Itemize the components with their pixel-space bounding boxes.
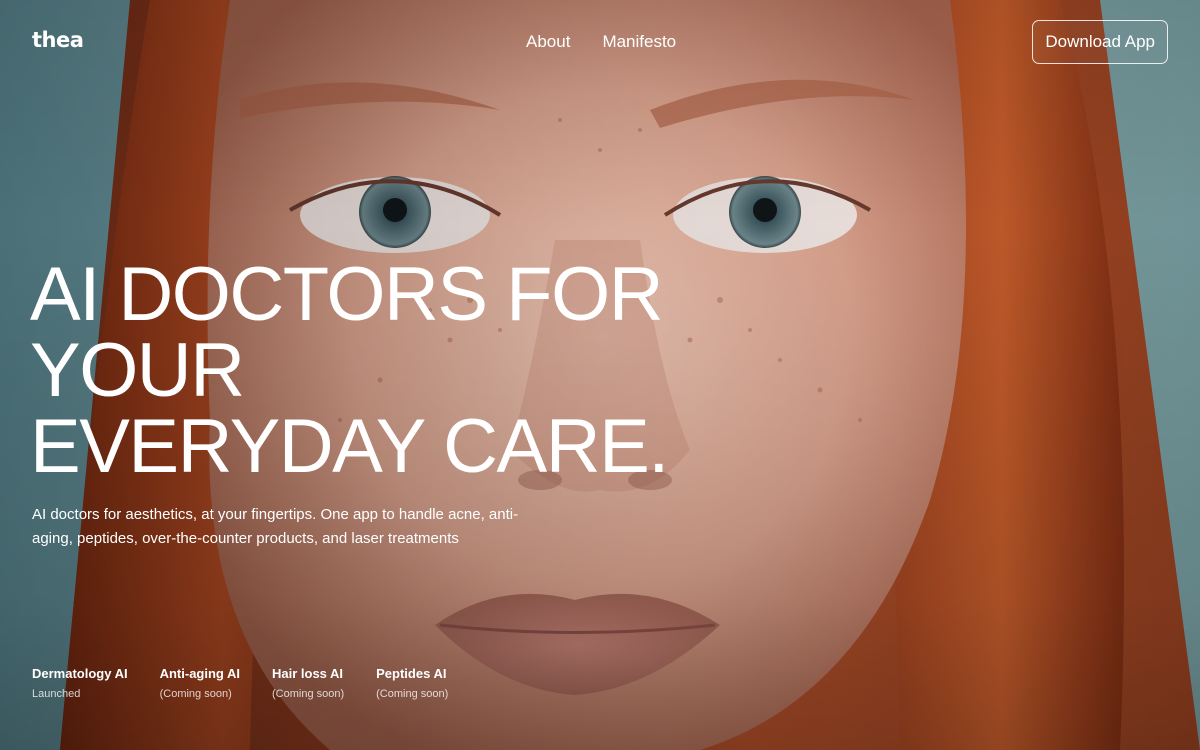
product-status: (Coming soon) xyxy=(376,688,449,700)
nav-link-manifesto[interactable]: Manifesto xyxy=(602,32,676,52)
product-item-peptides: Peptides AI (Coming soon) xyxy=(376,666,448,701)
product-item-dermatology: Dermatology AI Launched xyxy=(32,666,128,701)
headline-line: AI DOCTORS FOR xyxy=(30,252,664,337)
nav-link-about[interactable]: About xyxy=(526,32,570,52)
hero-headline: AI DOCTORS FOR YOUR EVERYDAY CARE. xyxy=(30,257,750,485)
headline-line: EVERYDAY CARE. xyxy=(30,404,669,489)
product-item-anti-aging: Anti-aging AI (Coming soon) xyxy=(160,666,240,701)
product-item-hair-loss: Hair loss AI (Coming soon) xyxy=(272,666,344,701)
headline-line: YOUR xyxy=(30,328,245,413)
product-name: Dermatology AI xyxy=(32,666,128,681)
product-name: Anti-aging AI xyxy=(159,666,240,681)
product-list: Dermatology AI Launched Anti-aging AI (C… xyxy=(32,666,448,701)
product-name: Peptides AI xyxy=(376,666,447,681)
product-name: Hair loss AI xyxy=(272,666,344,681)
top-nav: About Manifesto xyxy=(526,32,676,52)
product-status: (Coming soon) xyxy=(159,688,232,700)
product-status: Launched xyxy=(32,688,81,700)
hero-subtitle: AI doctors for aesthetics, at your finge… xyxy=(32,506,519,547)
product-status: (Coming soon) xyxy=(272,688,345,700)
download-app-button[interactable]: Download App xyxy=(1032,20,1168,64)
brand-logo[interactable]: thea xyxy=(32,28,84,52)
